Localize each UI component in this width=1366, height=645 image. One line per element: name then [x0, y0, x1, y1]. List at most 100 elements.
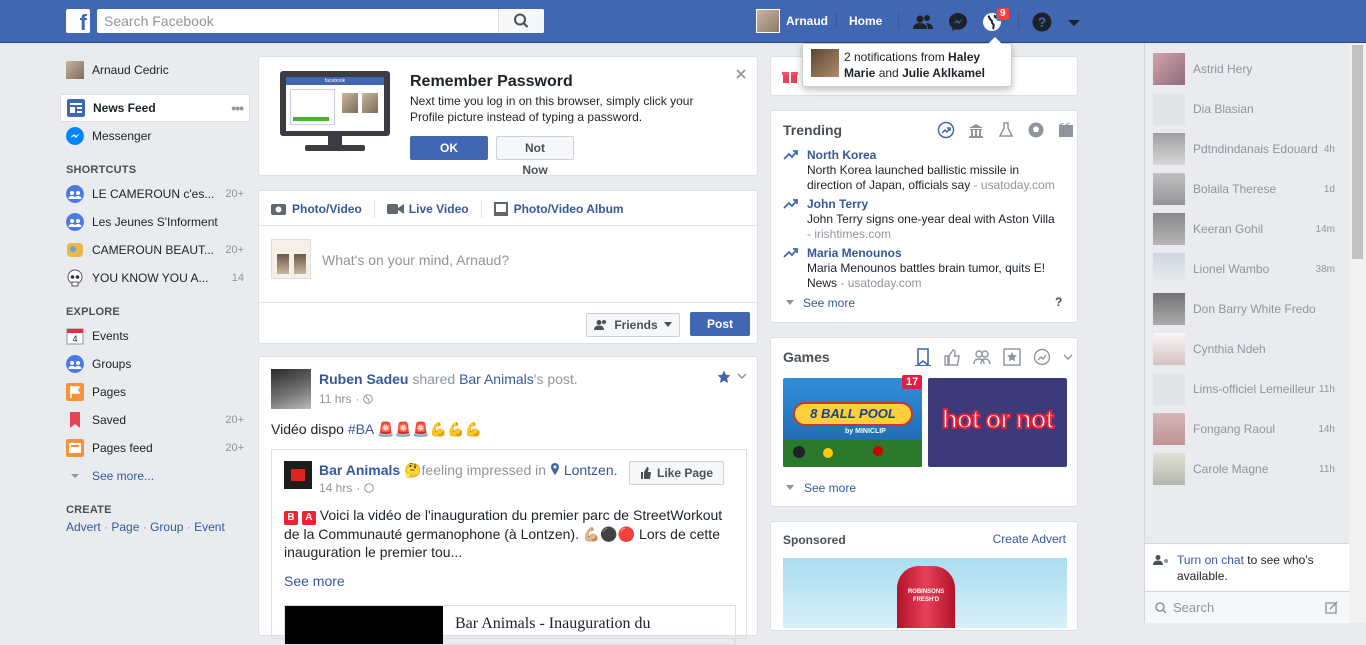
chevron-down-icon [71, 474, 79, 478]
chat-search-bar[interactable]: Search [1145, 591, 1349, 623]
calendar-icon: 4 [66, 328, 84, 345]
contact-avatar [1153, 93, 1185, 125]
trending-arrow-tab-icon[interactable] [937, 121, 955, 139]
chat-contact[interactable]: Carole Magne 11h [1153, 453, 1343, 485]
post-author-avatar[interactable] [271, 369, 311, 409]
chevron-down-icon[interactable] [1063, 348, 1073, 366]
trending-item[interactable]: John Terry John Terry signs one-year dea… [783, 197, 1063, 242]
star-icon[interactable] [717, 370, 731, 384]
audience-selector[interactable]: Friends [586, 313, 680, 337]
more-options-icon[interactable]: ••• [231, 100, 244, 116]
chat-contact[interactable]: Bolaila Therese 1d [1153, 173, 1343, 205]
create-group-link[interactable]: Group [150, 520, 183, 534]
game-8-ball-pool[interactable]: 8 BALL POOL by MINICLIP [783, 378, 922, 467]
chat-contact[interactable]: Astrid Hery [1153, 53, 1343, 85]
game-hot-or-not[interactable]: hot or not [928, 378, 1067, 467]
thumbs-up-icon [640, 467, 651, 479]
chat-contact[interactable]: Dia Blasian [1153, 93, 1343, 125]
tab-photo-video-album[interactable]: Photo/Video Album [514, 202, 624, 216]
messenger-icon[interactable] [947, 11, 969, 33]
hashtag-link[interactable]: #BA [348, 421, 374, 437]
post-time[interactable]: 11 hrs [319, 392, 351, 406]
friends-tab-icon[interactable] [973, 348, 991, 366]
sidebar-item-pages-feed[interactable]: Pages feed 20+ [60, 434, 250, 462]
trending-arrow-icon [783, 199, 798, 209]
trending-item[interactable]: North Korea North Korea launched ballist… [783, 148, 1063, 193]
thumbs-up-tab-icon[interactable] [943, 348, 961, 366]
sidebar-item-events[interactable]: 4 Events [60, 322, 250, 350]
post-button[interactable]: Post [690, 312, 750, 336]
shared-author-link[interactable]: Bar Animals [319, 462, 400, 478]
chat-contact[interactable]: Lionel Wambo 38m [1153, 253, 1343, 285]
facebook-logo-icon[interactable]: f [66, 9, 90, 33]
friend-requests-icon[interactable] [912, 11, 934, 33]
place-link[interactable]: Lontzen. [564, 462, 618, 478]
shortcut-item[interactable]: CAMEROUN BEAUT... 20+ [60, 236, 250, 264]
preview-title: Bar Animals - Inauguration du [455, 615, 651, 632]
shortcut-item[interactable]: LE CAMEROUN c'es... 20+ [60, 180, 250, 208]
page-scrollbar[interactable] [1349, 43, 1366, 623]
chat-contact[interactable]: Don Barry White Fredo [1153, 293, 1343, 325]
trending-tab-icon[interactable] [1033, 348, 1051, 366]
post-author-link[interactable]: Ruben Sadeu [319, 371, 408, 387]
sidebar-item-messenger[interactable]: Messenger [60, 122, 250, 150]
chat-contact[interactable]: Cynthia Ndeh [1153, 333, 1343, 365]
create-advert-link[interactable]: Create Advert [993, 532, 1066, 546]
chat-search-input[interactable]: Search [1173, 600, 1214, 615]
entertainment-tab-icon[interactable] [1057, 121, 1075, 139]
search-input[interactable] [97, 9, 497, 33]
trending-help-icon[interactable]: ? [1055, 295, 1062, 309]
trending-item[interactable]: Maria Menounos Maria Menounos battles br… [783, 246, 1063, 291]
sidebar-item-pages[interactable]: Pages [60, 378, 250, 406]
turn-on-chat-box: Turn on chat to see who's available. [1145, 543, 1349, 591]
see-more-link[interactable]: See more [284, 573, 345, 589]
chat-contact[interactable]: Lims-officiel Lemeilleur 11h [1153, 373, 1343, 405]
home-link[interactable]: Home [849, 14, 882, 28]
create-page-link[interactable]: Page [111, 520, 139, 534]
shared-page-link[interactable]: Bar Animals [459, 371, 534, 387]
close-icon[interactable] [735, 68, 747, 80]
sidebar-item-profile[interactable]: Arnaud Cedric [60, 56, 250, 84]
create-event-link[interactable]: Event [194, 520, 225, 534]
sidebar-count: 20+ [225, 414, 244, 426]
trending-see-more[interactable]: See more [785, 296, 855, 310]
politics-tab-icon[interactable] [967, 121, 985, 139]
account-menu-chevron-icon[interactable] [1063, 11, 1085, 33]
create-advert-link[interactable]: Advert [66, 520, 101, 534]
scrollbar-thumb[interactable] [1352, 45, 1363, 259]
link-preview[interactable]: Bar Animals - Inauguration du [284, 605, 736, 645]
search-button[interactable] [498, 9, 544, 33]
post-options-chevron-icon[interactable] [737, 373, 747, 381]
chat-contact[interactable]: Pdtndindanais Edouard 4h [1153, 133, 1343, 165]
compose-icon[interactable] [1325, 601, 1338, 614]
notification-tooltip[interactable]: 2 notifications from Haley Marie and Jul… [802, 37, 1012, 87]
chat-contact[interactable]: Keeran Gohil 14m [1153, 213, 1343, 245]
sports-tab-icon[interactable] [1027, 121, 1045, 139]
games-see-more[interactable]: See more [785, 481, 856, 495]
tab-photo-video[interactable]: Photo/Video [292, 202, 362, 216]
see-more-link[interactable]: See more... [60, 462, 250, 490]
ok-button[interactable]: OK [410, 136, 488, 160]
science-tab-icon[interactable] [997, 121, 1015, 139]
star-tab-icon[interactable] [1003, 348, 1021, 366]
sidebar-item-news-feed[interactable]: News Feed ••• [60, 94, 250, 122]
profile-link[interactable]: Arnaud [756, 9, 828, 33]
sidebar-item-groups[interactable]: Groups [60, 350, 250, 378]
trending-title: Trending [783, 122, 843, 138]
composer-input[interactable]: What's on your mind, Arnaud? [322, 252, 509, 268]
bookmark-tab-icon[interactable] [915, 348, 931, 366]
not-now-button[interactable]: Not Now [496, 136, 574, 177]
left-sidebar: Arnaud Cedric News Feed ••• Messenger SH… [60, 56, 250, 534]
chat-contact[interactable]: Fongang Raoul 14h [1153, 413, 1343, 445]
globe-icon [363, 394, 374, 404]
shortcut-item[interactable]: YOU KNOW YOU A... 14 [60, 264, 250, 292]
shortcut-item[interactable]: Les Jeunes S'Informent [60, 208, 250, 236]
tab-live-video[interactable]: Live Video [409, 202, 469, 216]
bar-animals-avatar[interactable] [284, 461, 312, 489]
sponsored-ad-image[interactable]: ROBINSONS FRESH'D [783, 558, 1067, 628]
turn-on-chat-link[interactable]: Turn on chat [1177, 553, 1244, 567]
help-icon[interactable]: ? [1031, 11, 1053, 33]
sidebar-item-saved[interactable]: Saved 20+ [60, 406, 250, 434]
create-heading: CREATE [66, 504, 112, 516]
like-page-button[interactable]: Like Page [629, 461, 724, 485]
